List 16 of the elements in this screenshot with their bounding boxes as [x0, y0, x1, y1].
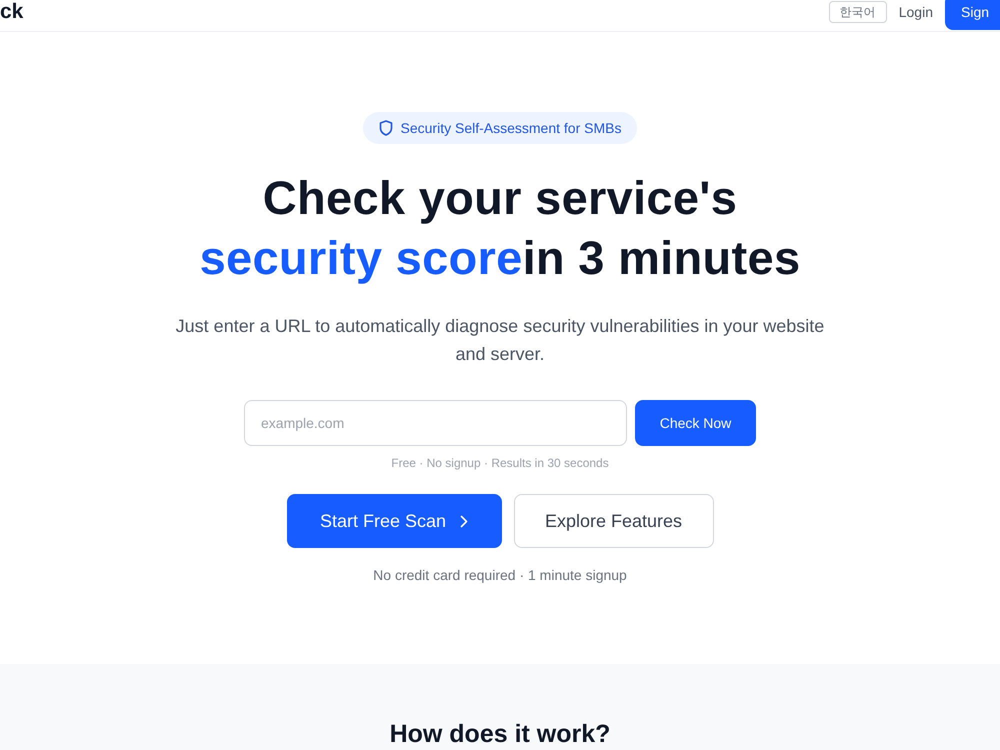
explore-features-button[interactable]: Explore Features — [514, 494, 714, 548]
check-note: Free · No signup · Results in 30 seconds — [391, 456, 609, 470]
login-link[interactable]: Login — [898, 4, 933, 20]
check-now-button[interactable]: Check Now — [635, 400, 756, 446]
logo-text[interactable]: ck — [0, 1, 24, 23]
chevron-right-icon — [460, 514, 468, 528]
start-scan-button[interactable]: Start Free Scan — [286, 494, 502, 548]
url-input-field[interactable]: example.com — [244, 400, 627, 446]
language-button[interactable]: 한국어 — [828, 1, 887, 23]
badge-text: Security Self-Assessment for SMBs — [400, 120, 622, 136]
signup-button[interactable]: Sign — [945, 0, 1000, 30]
hero-subtitle: Just enter a URL to automatically diagnose security vulnerabilities in your website and server. — [174, 315, 826, 366]
shield-icon — [378, 120, 393, 136]
signup-note: No credit card required · 1 minute signup — [373, 566, 627, 584]
hero-heading: Check your service's security scorein 3 minutes — [200, 170, 800, 286]
section-heading: How does it work? — [390, 720, 610, 750]
